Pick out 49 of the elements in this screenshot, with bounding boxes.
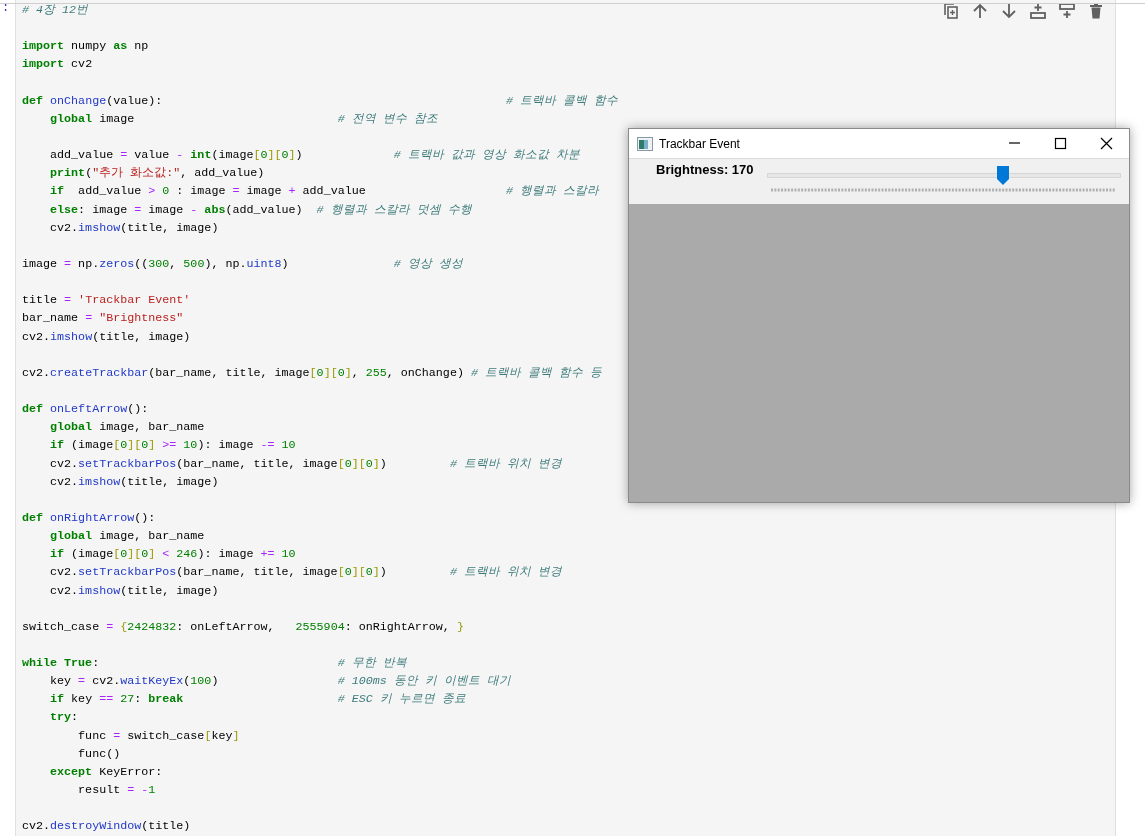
code-line: except KeyError: [49, 763, 163, 781]
arrow-down-icon[interactable] [1000, 2, 1018, 20]
code-line: global image, bar_name [49, 419, 205, 437]
code-line: import cv2 [22, 56, 93, 74]
app-icon [637, 136, 653, 151]
slider-thumb[interactable] [997, 166, 1010, 185]
insert-above-icon[interactable] [1029, 2, 1047, 20]
code-line: cv2.imshow(title, image) [49, 582, 219, 600]
close-icon [1099, 137, 1113, 150]
code-line: cv2.createTrackbar(bar_name, title, image[0][0], 255, onChange) # 트랙바 콜백 함수 등 [22, 364, 602, 382]
code-line: # 4장 12번 [22, 2, 89, 19]
code-line: cv2.setTrackbarPos(bar_name, title, image[0][0]) # 트랙바 위치 변경 [49, 564, 562, 582]
code-line: def onRightArrow(): [22, 509, 156, 527]
code-line: add_value = value - int(image[0][0]) # 트랙바 값과 영상 화소값 차분 [49, 147, 580, 165]
code-line: print("추가 화소값:", add_value) [49, 165, 265, 183]
code-line: if key == 27: break # ESC 키 누르면 종료 [49, 691, 466, 709]
code-line: try: [49, 709, 79, 727]
code-line: key = cv2.waitKeyEx(100) # 100ms 동안 키 이벤트 대기 [49, 673, 511, 691]
code-line: def onLeftArrow(): [22, 401, 149, 419]
code-line: image = np.zeros((300, 500), np.uint8) # 영상 생성 [22, 255, 463, 273]
window-title: Trackbar Event [659, 136, 741, 151]
code-line: cv2.imshow(title, image) [49, 473, 219, 491]
slider[interactable] [767, 163, 1121, 193]
code-line: if (image[0][0] < 246): image += 10 [49, 546, 296, 564]
copy-icon[interactable] [942, 2, 960, 20]
trash-icon[interactable] [1087, 2, 1105, 20]
code-line: result = -1 [77, 782, 156, 800]
code-line: import numpy as np [22, 38, 149, 56]
code-line: def onChange(value): # 트랙바 콜백 함수 [22, 92, 618, 110]
code-line: while True: # 무한 반복 [22, 655, 407, 673]
code-line: cv2.destroyWindow(title) [22, 818, 191, 836]
code-line: cv2.imshow(title, image) [49, 219, 219, 237]
code-line: global image # 전역 변수 참조 [49, 110, 438, 128]
trackbar-label: Brightness: 170 [656, 162, 755, 177]
code-line: if (image[0][0] >= 10): image -= 10 [49, 437, 296, 455]
code-line: else: image = image - abs(add_value) # 행렬과 스칼라 덧셈 수행 [49, 201, 472, 219]
code-line: cv2.imshow(title, image) [22, 328, 191, 346]
cell-prompt: : [2, 1, 10, 15]
code-line: func = switch_case[key] [77, 727, 240, 745]
code-line: if add_value > 0 : image = image + add_value # 행렬과 스칼라 [49, 183, 600, 201]
code-line: title = 'Trackbar Event' [22, 292, 191, 310]
insert-below-icon[interactable] [1058, 2, 1076, 20]
code-line: global image, bar_name [49, 528, 205, 546]
arrow-up-icon[interactable] [971, 2, 989, 20]
code-line: cv2.setTrackbarPos(bar_name, title, image[0][0]) # 트랙바 위치 변경 [49, 455, 562, 473]
code-line: bar_name = "Brightness" [22, 310, 184, 328]
code-line: switch_case = {2424832: onLeftArrow, 2555904: onRightArrow, } [22, 618, 464, 636]
code-line: func() [77, 745, 121, 763]
maximize-icon [1053, 137, 1067, 150]
